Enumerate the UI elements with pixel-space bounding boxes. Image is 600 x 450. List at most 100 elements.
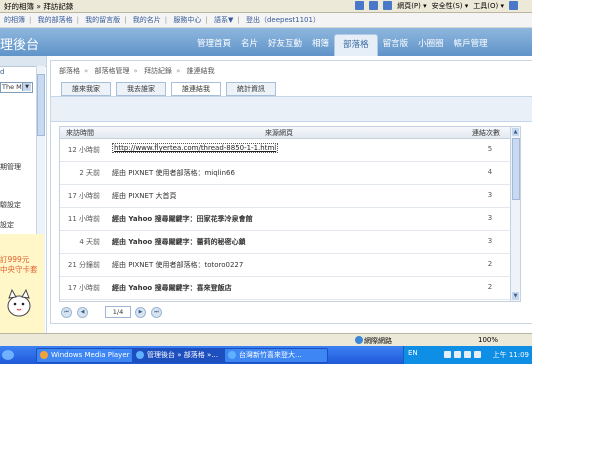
taskbar-clock[interactable]: 上午 11:09	[493, 350, 529, 360]
breadcrumb-visits[interactable]: 拜訪紀錄	[144, 67, 172, 75]
topnav-logout[interactable]: 登出（deepest1101）	[246, 16, 320, 24]
ie-quicklaunch-icon[interactable]	[2, 350, 14, 360]
tray-volume-icon[interactable]	[454, 351, 461, 358]
tab-account[interactable]: 帳戶管理	[449, 37, 493, 56]
tray-app-icon[interactable]	[474, 351, 481, 358]
task-label: Windows Media Player	[51, 351, 130, 359]
main-panel: 部落格» 部落格管理» 拜訪紀錄» 誰連結我 誰來我家 我去誰家 誰連結我 統計…	[50, 60, 532, 324]
row-source: 經由 PIXNET 使用者部落格：totoro0227	[112, 261, 244, 269]
browser-tools: 網頁(P) ▾ 安全性(S) ▾ 工具(O) ▾	[355, 1, 518, 11]
screenshot-area: 好的相簿 » 拜訪記錄 網頁(P) ▾ 安全性(S) ▾ 工具(O) ▾ 的相簿…	[0, 0, 532, 364]
row-time: 12 小時前	[67, 146, 100, 154]
topnav-blog[interactable]: 我的部落格	[38, 16, 73, 24]
row-source-link[interactable]: http://www.flyertea.com/thread-8850-1-1.…	[112, 143, 279, 153]
row-count: 3	[487, 191, 493, 199]
table-row[interactable]: 2 天前 經由 PIXNET 使用者部落格：miqlin66 4	[60, 162, 510, 185]
tab-blog[interactable]: 部落格	[334, 34, 378, 56]
page-input[interactable]: 1/4	[105, 306, 131, 318]
tray-security-icon[interactable]	[464, 351, 471, 358]
browser-status-bar: 網際網路 100%	[0, 333, 532, 346]
task-sheraton-page[interactable]: 台灣新竹喜來登大...	[224, 348, 328, 363]
tab-circles[interactable]: 小圈圈	[413, 37, 449, 56]
referrer-table: 來訪時間 來源網頁 連結次數 12 小時前 http://www.flyerte…	[59, 126, 521, 302]
prev-page-icon[interactable]: ◀	[77, 307, 88, 318]
print-icon[interactable]	[383, 1, 393, 10]
topnav-service[interactable]: 服務中心	[173, 16, 201, 24]
row-time: 17 小時前	[67, 192, 100, 200]
tools-menu[interactable]: 工具(O) ▾	[473, 1, 504, 11]
subtab-who-visited[interactable]: 誰來我家	[61, 82, 111, 96]
topnav-language[interactable]: 語系▼	[214, 16, 233, 24]
task-label: 台灣新竹喜來登大...	[239, 351, 302, 359]
header-count[interactable]: 連結次數	[472, 128, 500, 138]
breadcrumb-blog[interactable]: 部落格	[59, 67, 80, 75]
feed-icon[interactable]	[369, 1, 379, 10]
toolbar-strip	[51, 96, 532, 122]
row-count: 3	[487, 214, 493, 222]
row-count: 4	[487, 168, 493, 176]
row-count: 2	[487, 283, 493, 291]
first-page-icon[interactable]: ⏮	[61, 307, 72, 318]
last-page-icon[interactable]: ⏭	[151, 307, 162, 318]
row-time: 4 天前	[79, 238, 100, 246]
sidebar-scroll-thumb[interactable]	[37, 74, 45, 136]
row-source: 經由 PIXNET 大首頁	[112, 192, 177, 200]
breadcrumb-blog-admin[interactable]: 部落格管理	[95, 67, 130, 75]
row-count: 5	[487, 145, 493, 153]
row-source: 經由 Yahoo 搜尋關鍵字：蕾莉的秘密心鎖	[112, 238, 246, 246]
tab-friends[interactable]: 好友互動	[263, 37, 307, 56]
row-source: 經由 Yahoo 搜尋關鍵字：田家花季冷泉會館	[112, 215, 253, 223]
ie-icon	[136, 351, 144, 359]
table-row[interactable]: 17 小時前 經由 Yahoo 搜尋關鍵字：喜來登飯店 2	[60, 277, 510, 300]
main-tabs: 管理首頁 名片 好友互動 相簿 部落格 留言版 小圈圈 帳戶管理	[192, 34, 493, 56]
sidebar-label: d	[0, 68, 5, 76]
sidebar-item-schedule[interactable]: 期管理	[0, 162, 21, 172]
table-scrollbar[interactable]: ▲ ▼	[510, 127, 520, 301]
page-menu[interactable]: 網頁(P) ▾	[397, 1, 426, 11]
task-media-player[interactable]: Windows Media Player	[36, 348, 144, 363]
row-time: 21 分鐘前	[67, 261, 100, 269]
table-row[interactable]: 11 小時前 經由 Yahoo 搜尋關鍵字：田家花季冷泉會館 3	[60, 208, 510, 231]
subtab-who-links-me[interactable]: 誰連結我	[171, 82, 221, 96]
task-admin-page[interactable]: 管理後台 » 部落格 »...	[132, 348, 236, 363]
next-page-icon[interactable]: ▶	[135, 307, 146, 318]
table-row[interactable]: 17 小時前 經由 PIXNET 大首頁 3	[60, 185, 510, 208]
chevron-down-icon[interactable]: ▼	[22, 83, 31, 91]
tab-album[interactable]: 相簿	[307, 37, 334, 56]
tab-guestbook[interactable]: 留言版	[378, 37, 414, 56]
table-row[interactable]: 4 天前 經由 Yahoo 搜尋關鍵字：蕾莉的秘密心鎖 3	[60, 231, 510, 254]
help-icon[interactable]	[509, 1, 518, 10]
table-scroll-thumb[interactable]	[512, 138, 520, 200]
scroll-up-icon[interactable]: ▲	[512, 128, 519, 136]
table-row[interactable]: 21 分鐘前 經由 PIXNET 使用者部落格：totoro0227 2	[60, 254, 510, 277]
topnav-album[interactable]: 的相簿	[4, 16, 25, 24]
tray-network-icon[interactable]	[444, 351, 451, 358]
scroll-down-icon[interactable]: ▼	[512, 292, 519, 300]
left-sidebar: d The M ▼ 期管理 驗設定 設定 訂999元 中央守卡套	[0, 56, 47, 340]
advert-text-2: 中央守卡套	[0, 265, 38, 274]
sidebar-item-verify[interactable]: 驗設定	[0, 200, 21, 210]
breadcrumb-current: 誰連結我	[186, 67, 215, 75]
table-row[interactable]: 12 小時前 http://www.flyertea.com/thread-88…	[60, 139, 510, 162]
sidebar-item-settings[interactable]: 設定	[0, 220, 14, 230]
row-source: 經由 Yahoo 搜尋關鍵字：喜來登飯店	[112, 284, 232, 292]
subtab-where-i-went[interactable]: 我去誰家	[116, 82, 166, 96]
header-time[interactable]: 來訪時間	[66, 128, 94, 138]
zoom-level[interactable]: 100%	[478, 336, 498, 344]
header-source[interactable]: 來源網頁	[265, 128, 293, 138]
topnav-guestbook[interactable]: 我的留言版	[85, 16, 120, 24]
home-icon[interactable]	[355, 1, 365, 10]
topnav-card[interactable]: 我的名片	[133, 16, 161, 24]
site-topnav: 的相簿 | 我的部落格 | 我的留言版 | 我的名片 | 服務中心 | 語系▼ | 登出（d…	[0, 13, 532, 28]
tab-card[interactable]: 名片	[236, 37, 263, 56]
browser-page-title: 好的相簿 » 拜訪記錄	[4, 2, 74, 11]
cat-mascot-icon	[7, 288, 31, 317]
row-count: 2	[487, 260, 493, 268]
language-indicator[interactable]: EN	[408, 349, 418, 357]
system-tray: EN 上午 11:09	[403, 346, 532, 364]
safety-menu[interactable]: 安全性(S) ▾	[432, 1, 469, 11]
advert-banner[interactable]: 訂999元 中央守卡套	[0, 234, 44, 338]
tab-admin-home[interactable]: 管理首頁	[192, 37, 236, 56]
pager: ⏮ ◀ 1/4 ▶ ⏭	[59, 305, 519, 319]
subtab-statistics[interactable]: 統計資訊	[226, 82, 276, 96]
